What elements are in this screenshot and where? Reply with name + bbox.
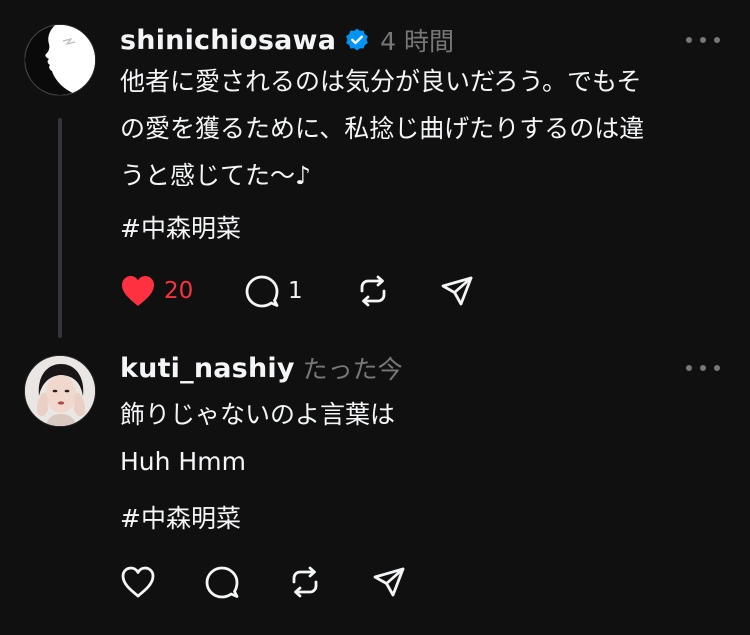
- post-text-line: うと感じてた〜♪: [120, 161, 311, 190]
- like-count: 20: [164, 278, 194, 304]
- avatar[interactable]: [24, 355, 96, 427]
- share-button[interactable]: [440, 273, 480, 309]
- post-timestamp: たった今: [302, 355, 403, 384]
- more-options-button[interactable]: [686, 34, 720, 46]
- more-icon-dot: [700, 37, 706, 43]
- post-text-line: Huh Hmm: [120, 447, 246, 476]
- more-icon-dot: [700, 365, 706, 371]
- username[interactable]: kuti_nashiy: [120, 353, 295, 384]
- repost-icon: [288, 565, 322, 599]
- like-button[interactable]: 20: [120, 273, 244, 309]
- reply-post: kuti_nashiy たった今 飾りじゃないのよ言葉は Huh Hmm #中森…: [0, 340, 750, 635]
- reply-button[interactable]: 1: [244, 273, 356, 309]
- more-icon-dot: [714, 37, 720, 43]
- share-button[interactable]: [372, 564, 412, 600]
- avatar[interactable]: [24, 24, 96, 96]
- reply-button[interactable]: [204, 564, 288, 600]
- heart-outline-icon: [120, 565, 156, 599]
- post-text-line: 飾りじゃないのよ言葉は: [120, 400, 396, 429]
- repost-button[interactable]: [288, 564, 372, 600]
- post-header: kuti_nashiy たった今: [120, 350, 403, 386]
- hashtag-link[interactable]: #中森明菜: [120, 502, 241, 536]
- username[interactable]: shinichiosawa: [120, 25, 336, 56]
- post-text-line: の愛を獲るために、私捻じ曲げたりするのは違: [120, 114, 645, 143]
- post-actions: [120, 564, 412, 600]
- hashtag-link[interactable]: #中森明菜: [120, 212, 241, 246]
- more-icon-dot: [714, 365, 720, 371]
- post-text-line: 他者に愛されるのは気分が良いだろう。でもそ: [120, 67, 642, 96]
- comment-icon: [244, 273, 280, 309]
- share-icon: [440, 274, 474, 308]
- post-body: 他者に愛されるのは気分が良いだろう。でもそ の愛を獲るために、私捻じ曲げたりする…: [120, 58, 725, 199]
- post-actions: 20 1: [120, 273, 480, 309]
- post-timestamp: 4 時間: [380, 27, 454, 56]
- heart-filled-icon: [120, 274, 156, 308]
- more-options-button[interactable]: [686, 362, 720, 374]
- more-icon: [686, 37, 692, 43]
- repost-icon: [356, 274, 390, 308]
- like-button[interactable]: [120, 564, 204, 600]
- thread-post: shinichiosawa 4 時間 他者に愛されるのは気分が良いだろう。でもそ…: [0, 0, 750, 340]
- thread-connector-line: [58, 118, 62, 338]
- post-body: 飾りじゃないのよ言葉は Huh Hmm: [120, 391, 725, 485]
- repost-button[interactable]: [356, 273, 440, 309]
- reply-count: 1: [288, 278, 303, 304]
- verified-badge-icon: [344, 27, 370, 53]
- share-icon: [372, 565, 406, 599]
- post-header: shinichiosawa 4 時間: [120, 22, 454, 58]
- more-icon: [686, 365, 692, 371]
- comment-icon: [204, 564, 240, 600]
